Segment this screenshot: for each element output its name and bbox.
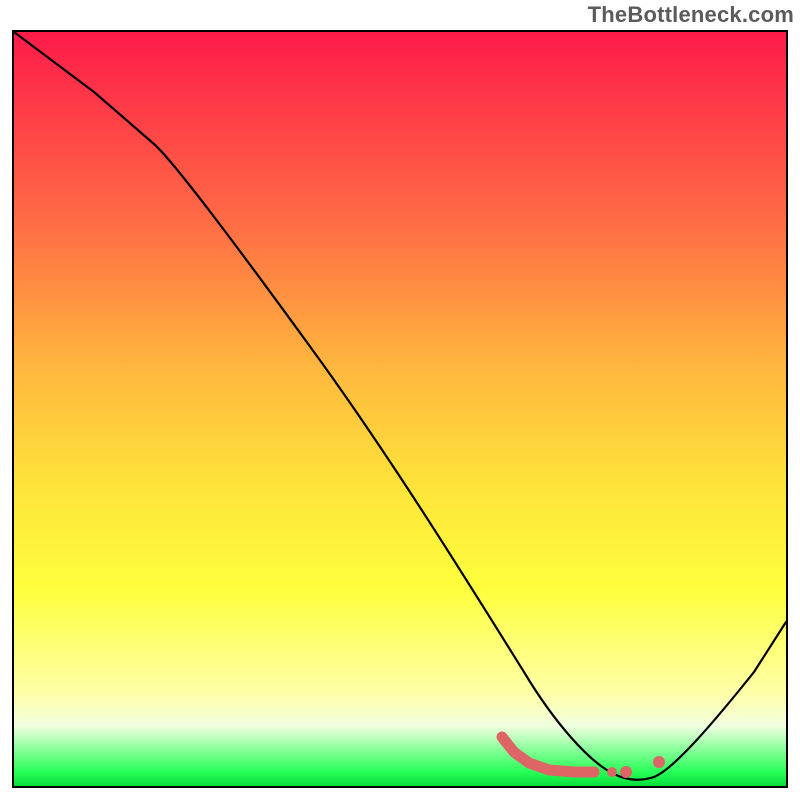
plot-area bbox=[12, 30, 788, 788]
bottleneck-curve bbox=[14, 32, 786, 780]
chart-root: TheBottleneck.com bbox=[0, 0, 800, 800]
brand-watermark: TheBottleneck.com bbox=[588, 2, 794, 28]
chart-overlay-svg bbox=[14, 32, 786, 786]
highlight-segment bbox=[502, 737, 594, 772]
highlight-dot-2 bbox=[620, 766, 632, 778]
highlight-dot-3 bbox=[653, 756, 665, 768]
highlight-dot-1 bbox=[607, 767, 617, 777]
